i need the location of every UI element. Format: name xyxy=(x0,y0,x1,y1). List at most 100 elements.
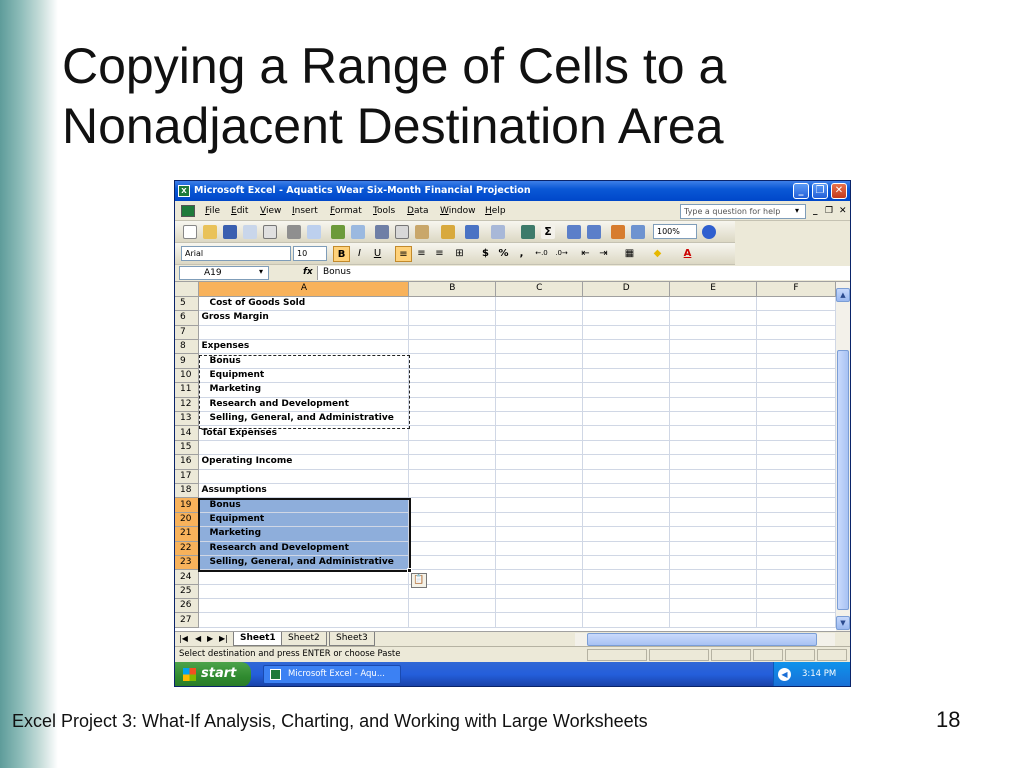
cell-c[interactable] xyxy=(495,584,584,600)
cell-a[interactable]: Research and Development xyxy=(198,397,410,413)
cell-e[interactable] xyxy=(669,454,758,470)
paste-options-icon[interactable]: 📋 xyxy=(411,573,427,588)
cell-d[interactable] xyxy=(582,584,671,600)
cell-f[interactable] xyxy=(756,483,836,499)
cell-c[interactable] xyxy=(495,310,584,326)
new-icon[interactable] xyxy=(183,225,197,239)
cell-f[interactable] xyxy=(756,469,836,484)
cell-a[interactable]: Equipment xyxy=(198,368,410,384)
cell-f[interactable] xyxy=(756,555,836,571)
cell-f[interactable] xyxy=(756,497,836,513)
cell-f[interactable] xyxy=(756,397,836,413)
cell-c[interactable] xyxy=(495,598,584,614)
cell-b[interactable] xyxy=(408,353,497,369)
window-titlebar[interactable]: X Microsoft Excel - Aquatics Wear Six-Mo… xyxy=(175,181,850,201)
help-icon[interactable] xyxy=(702,225,716,239)
increase-indent-button[interactable]: ⇥ xyxy=(595,246,612,262)
cell-e[interactable] xyxy=(669,584,758,600)
row-header[interactable]: 26 xyxy=(175,598,200,614)
cell-f[interactable] xyxy=(756,541,836,556)
cell-c[interactable] xyxy=(495,353,584,369)
cell-d[interactable] xyxy=(582,569,671,585)
close-button[interactable]: ✕ xyxy=(831,183,847,199)
scroll-down-icon[interactable]: ▼ xyxy=(836,616,850,630)
cell-d[interactable] xyxy=(582,454,671,470)
clock[interactable]: 3:14 PM xyxy=(802,669,836,679)
row-header[interactable]: 11 xyxy=(175,382,200,398)
cell-c[interactable] xyxy=(495,325,584,341)
restore-button[interactable]: ❐ xyxy=(812,183,828,199)
cell-b[interactable] xyxy=(408,440,497,456)
cell-f[interactable] xyxy=(756,440,836,456)
row-header[interactable]: 22 xyxy=(175,541,200,556)
cell-a[interactable]: Gross Margin xyxy=(198,310,410,326)
menu-window[interactable]: Window xyxy=(440,206,476,216)
cell-e[interactable] xyxy=(669,397,758,413)
cell-f[interactable] xyxy=(756,382,836,398)
row-header[interactable]: 9 xyxy=(175,353,200,369)
cell-c[interactable] xyxy=(495,469,584,484)
cell-d[interactable] xyxy=(582,612,671,628)
cell-d[interactable] xyxy=(582,526,671,542)
cell-b[interactable] xyxy=(408,325,497,341)
help-search-input[interactable]: Type a question for help xyxy=(680,204,806,219)
cell-d[interactable] xyxy=(582,353,671,369)
cell-a[interactable]: Total Expenses xyxy=(198,425,410,441)
menu-edit[interactable]: Edit xyxy=(231,206,248,216)
font-size-select[interactable]: 10 xyxy=(293,246,327,261)
underline-button[interactable]: U xyxy=(369,246,386,262)
cell-e[interactable] xyxy=(669,411,758,427)
cell-c[interactable] xyxy=(495,483,584,499)
cell-b[interactable] xyxy=(408,368,497,384)
cell-a[interactable]: Marketing xyxy=(198,382,410,398)
cell-c[interactable] xyxy=(495,526,584,542)
chart-wizard-icon[interactable] xyxy=(611,225,625,239)
fill-color-button[interactable]: ◆ xyxy=(649,246,666,262)
cell-c[interactable] xyxy=(495,382,584,398)
sheet-tab-sheet3[interactable]: Sheet3 xyxy=(329,632,375,646)
cell-c[interactable] xyxy=(495,397,584,413)
cell-a[interactable]: Research and Development xyxy=(198,541,410,556)
row-header[interactable]: 25 xyxy=(175,584,200,600)
cell-d[interactable] xyxy=(582,411,671,427)
cell-b[interactable] xyxy=(408,612,497,628)
cell-e[interactable] xyxy=(669,310,758,326)
cell-c[interactable] xyxy=(495,339,584,355)
menu-view[interactable]: View xyxy=(260,206,281,216)
row-header[interactable]: 16 xyxy=(175,454,200,470)
cell-f[interactable] xyxy=(756,526,836,542)
cell-e[interactable] xyxy=(669,512,758,528)
row-header[interactable]: 17 xyxy=(175,469,200,484)
decrease-indent-button[interactable]: ⇤ xyxy=(577,246,594,262)
cell-d[interactable] xyxy=(582,497,671,513)
menu-tools[interactable]: Tools xyxy=(373,206,395,216)
drawing-icon[interactable] xyxy=(631,225,645,239)
hyperlink-icon[interactable] xyxy=(521,225,535,239)
column-header-b[interactable]: B xyxy=(408,282,497,297)
workbook-icon[interactable] xyxy=(181,205,195,217)
row-header[interactable]: 13 xyxy=(175,411,200,427)
cell-c[interactable] xyxy=(495,555,584,571)
cell-b[interactable] xyxy=(408,512,497,528)
help-dropdown-icon[interactable]: ▾ xyxy=(795,206,799,215)
font-name-select[interactable]: Arial xyxy=(181,246,291,261)
sheet-tab-sheet1[interactable]: Sheet1 xyxy=(233,632,283,646)
cell-b[interactable] xyxy=(408,310,497,326)
cell-e[interactable] xyxy=(669,497,758,513)
taskbar-excel-item[interactable]: Microsoft Excel - Aqu... xyxy=(263,665,401,684)
column-header-f[interactable]: F xyxy=(756,282,836,297)
row-header[interactable]: 19 xyxy=(175,497,200,513)
column-header-e[interactable]: E xyxy=(669,282,758,297)
insert-function-icon[interactable]: fx xyxy=(303,267,313,277)
cell-e[interactable] xyxy=(669,353,758,369)
cell-d[interactable] xyxy=(582,440,671,456)
cell-e[interactable] xyxy=(669,483,758,499)
cell-a[interactable] xyxy=(198,325,410,341)
cell-a[interactable]: Selling, General, and Administrative xyxy=(198,555,410,571)
cell-e[interactable] xyxy=(669,425,758,441)
spelling-icon[interactable] xyxy=(331,225,345,239)
cell-a[interactable]: Bonus xyxy=(198,353,410,369)
percent-button[interactable]: % xyxy=(495,246,512,262)
email-icon[interactable] xyxy=(263,225,277,239)
cell-f[interactable] xyxy=(756,612,836,628)
